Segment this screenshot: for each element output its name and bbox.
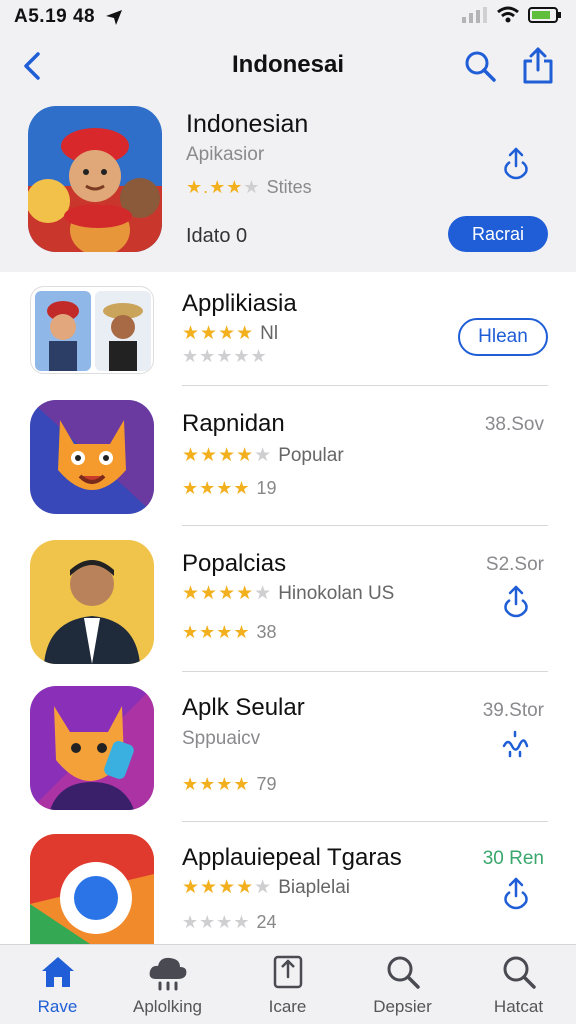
- star-rating: ★★★★: [182, 774, 251, 794]
- app-rating-text: Popular: [278, 444, 344, 466]
- tab-label: Hatcat: [493, 997, 544, 1016]
- share-box-icon: [273, 955, 302, 989]
- share-icon[interactable]: [502, 584, 530, 618]
- app-rating-line: ★★★★★ Popular: [182, 444, 344, 467]
- app-name: Popalcias: [182, 550, 287, 577]
- featured-app-title: Indonesian: [186, 110, 309, 138]
- search-icon: [387, 956, 420, 989]
- app-rating-line-2: ★★★★ 79: [182, 774, 277, 795]
- status-bar: A5.19 48: [0, 0, 576, 34]
- app-rating-line: Sppuaicv: [182, 728, 260, 750]
- search-icon: [503, 956, 536, 989]
- list-item[interactable]: Applikiasia ★★★★ Nl ★★★★★ Hlean: [0, 272, 576, 386]
- tab-aplolking[interactable]: Aplolking: [110, 953, 225, 1017]
- app-icon[interactable]: [30, 834, 154, 944]
- tab-label: Icare: [268, 997, 307, 1016]
- star-rating: ★.★★★: [186, 177, 261, 197]
- featured-app-rating: ★.★★★ Stites: [186, 177, 312, 198]
- share-icon[interactable]: [502, 876, 530, 910]
- app-rating-line: ★★★★ Nl: [182, 322, 278, 345]
- app-rating-text: Biaplelai: [278, 876, 351, 898]
- list-item[interactable]: Aplk Seular Sppuaicv ★★★★ 79 39.Stor: [0, 672, 576, 822]
- app-rating-line-2: ★★★★ 24: [182, 912, 277, 933]
- featured-rating-text: Stites: [266, 177, 312, 197]
- share-icon[interactable]: [502, 146, 530, 180]
- star-rating: ★★★★: [182, 323, 255, 344]
- tab-label: Aplolking: [133, 997, 202, 1016]
- tab-icare[interactable]: Icare: [230, 953, 345, 1017]
- home-icon: [41, 957, 74, 987]
- app-name: Applauiepeal Tgaras: [182, 844, 402, 871]
- app-meta: S2.Sor: [485, 554, 544, 575]
- app-meta: 38.Sov: [484, 414, 544, 435]
- list-item[interactable]: Rapnidan ★★★★★ Popular ★★★★ 19 38.Sov: [0, 386, 576, 526]
- star-rating: ★★★★★: [182, 346, 268, 366]
- wifi-icon: [497, 6, 519, 23]
- star-rating: ★★★★★: [182, 877, 273, 898]
- search-icon[interactable]: [462, 48, 498, 84]
- status-time: A5.19 48: [14, 6, 96, 27]
- app-icon[interactable]: [30, 540, 154, 664]
- featured-app-info: Idato 0: [186, 225, 248, 247]
- app-rating-text: Hinokolan US: [278, 582, 395, 604]
- app-rating-text: Sppuaicv: [182, 728, 261, 749]
- app-meta: 39.Stor: [482, 700, 544, 721]
- cloud-icon: [149, 957, 186, 991]
- tab-depsier[interactable]: Depsier: [345, 953, 460, 1017]
- featured-app-subtitle: Apikasior: [186, 144, 265, 165]
- star-rating: ★★★★: [182, 478, 251, 498]
- app-name: Aplk Seular: [182, 694, 305, 721]
- list-item[interactable]: Popalcias ★★★★★ Hinokolan US ★★★★ 38 S2.…: [0, 526, 576, 672]
- featured-app[interactable]: Indonesian Apikasior ★.★★★ Stites Idato …: [0, 98, 576, 272]
- list-item[interactable]: Applauiepeal Tgaras ★★★★★ Biaplelai ★★★★…: [0, 822, 576, 944]
- share-icon[interactable]: [520, 46, 556, 84]
- star-rating: ★★★★★: [182, 445, 273, 466]
- star-rating: ★★★★: [182, 622, 251, 642]
- app-name: Rapnidan: [182, 410, 285, 437]
- app-review-count: 79: [256, 774, 277, 794]
- featured-app-icon[interactable]: [28, 106, 162, 252]
- app-rating-line-2: ★★★★ 19: [182, 478, 277, 499]
- app-rating-line-2: ★★★★ 38: [182, 622, 277, 643]
- activity-icon[interactable]: [500, 730, 530, 760]
- app-icon[interactable]: [30, 400, 154, 514]
- tab-label: Depsier: [373, 997, 432, 1016]
- app-rating-text: Nl: [260, 322, 279, 344]
- navigation-bar: Indonesai: [0, 34, 576, 98]
- signal-icon: [462, 7, 487, 23]
- app-review-count: 24: [256, 912, 277, 932]
- app-icon[interactable]: [30, 686, 154, 810]
- get-button[interactable]: Hlean: [458, 318, 548, 356]
- tab-rave[interactable]: Rave: [0, 953, 115, 1017]
- app-review-count: 38: [256, 622, 277, 642]
- app-name: Applikiasia: [182, 290, 297, 317]
- tab-hatcat[interactable]: Hatcat: [461, 953, 576, 1017]
- app-rating-line: ★★★★★ Biaplelai: [182, 876, 350, 899]
- star-rating: ★★★★: [182, 912, 251, 932]
- featured-get-button[interactable]: Racrai: [448, 216, 548, 252]
- tab-bar: Rave Aplolking Icare Depsier Hatcat: [0, 944, 576, 1024]
- app-icon[interactable]: [30, 286, 154, 374]
- battery-icon: [528, 7, 561, 23]
- location-arrow-icon: [106, 10, 122, 25]
- app-review-count: 19: [256, 478, 277, 498]
- app-rating-line: ★★★★★ Hinokolan US: [182, 582, 394, 605]
- status-icons: [462, 6, 562, 24]
- app-meta: 30 Ren: [482, 848, 544, 869]
- star-rating: ★★★★★: [182, 583, 273, 604]
- tab-label: Rave: [37, 997, 78, 1016]
- app-rating-line-2: ★★★★★: [182, 346, 268, 367]
